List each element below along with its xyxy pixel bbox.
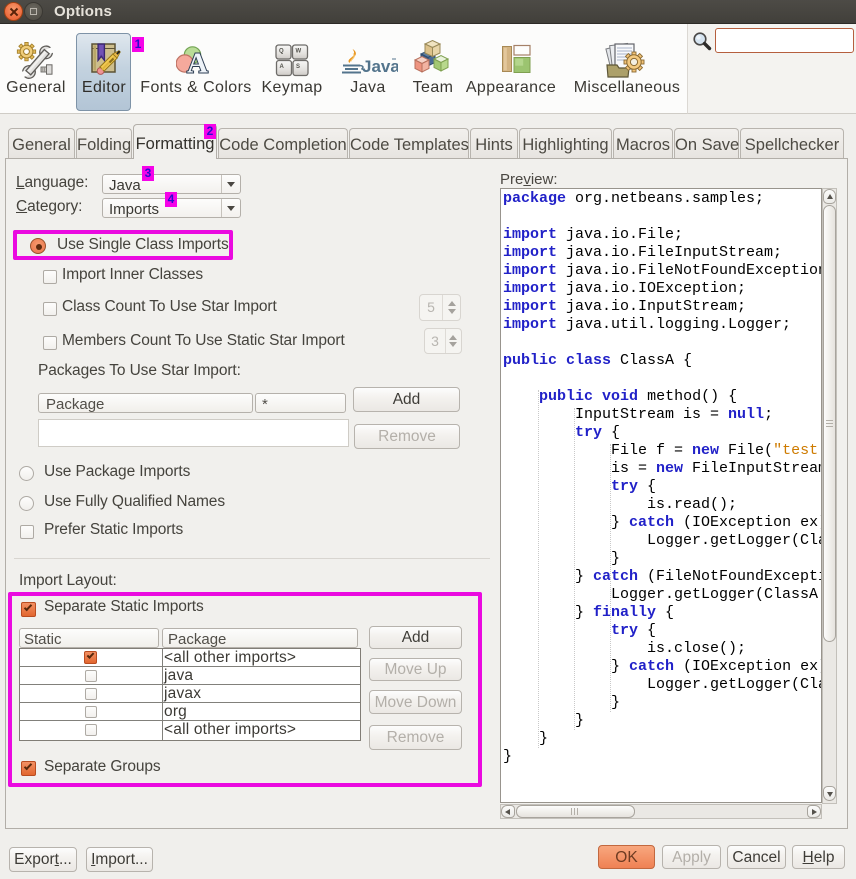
svg-text:A: A xyxy=(187,48,208,77)
svg-text:S: S xyxy=(296,64,300,70)
svg-text:Q: Q xyxy=(279,49,284,55)
svg-text:A: A xyxy=(280,64,285,70)
svg-text:Java: Java xyxy=(362,57,398,76)
svg-text:W: W xyxy=(296,49,302,55)
